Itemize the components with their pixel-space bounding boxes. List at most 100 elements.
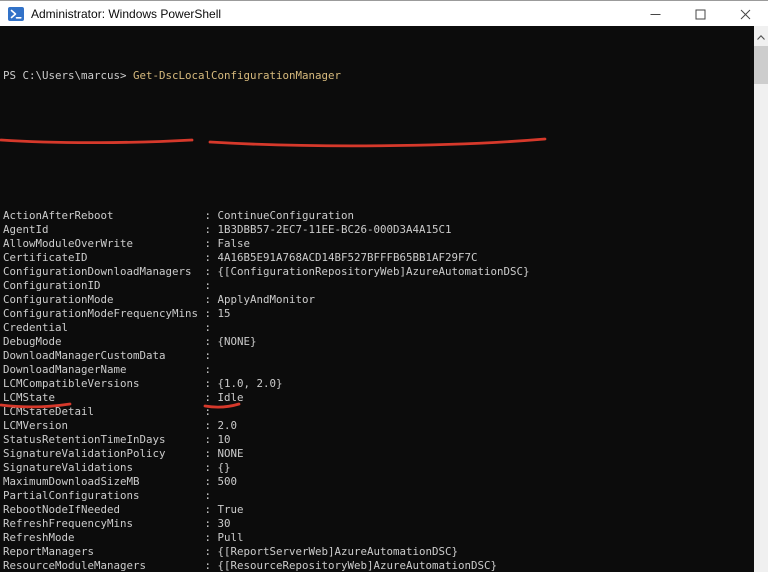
property-name: LCMState [3,391,56,404]
separator-colon: : [204,349,212,362]
property-row: LCMVersion:2.0 [3,419,754,433]
separator-colon: : [204,279,212,292]
powershell-window: Administrator: Windows PowerShell PS C:\… [0,0,768,572]
property-value: ApplyAndMonitor [217,293,316,306]
underline-configurationdownloadmanagers-name [0,138,194,145]
property-value: {[ConfigurationRepositoryWeb]AzureAutoma… [217,265,530,278]
separator-colon: : [204,209,212,222]
separator-colon: : [204,307,212,320]
underline-configurationdownloadmanagers-value [208,137,547,148]
property-row: ReportManagers: {[ReportServerWeb]AzureAu… [3,545,754,559]
property-value: 1B3DBB57-2EC7-11EE-BC26-000D3A4A15C1 [217,223,452,236]
property-name: LCMStateDetail [3,405,95,418]
powershell-icon [8,6,24,21]
caption-buttons [633,1,768,26]
separator-colon: : [204,391,212,404]
property-value: {NONE} [217,335,257,348]
minimize-button[interactable] [633,1,678,27]
console-output[interactable]: PS C:\Users\marcus> Get-DscLocalConfigur… [0,26,754,572]
separator-colon: : [204,531,212,544]
separator-colon: : [204,419,212,432]
property-value: 500 [217,475,238,488]
separator-colon: : [204,377,212,390]
property-row: RefreshFrequencyMins:30 [3,517,754,531]
property-row: ActionAfterReboot: ContinueConfiguration [3,209,754,223]
property-name: ActionAfterReboot [3,209,114,222]
property-row: ConfigurationMode: ApplyAndMonitor [3,293,754,307]
property-value: {1.0, 2.0} [217,377,283,390]
property-name: ResourceModuleManagers [3,559,147,572]
separator-colon: : [204,335,212,348]
property-row: SignatureValidationPolicy: NONE [3,447,754,461]
property-row: RefreshMode: Pull [3,531,754,545]
separator-colon: : [204,405,212,418]
property-name: LCMVersion [3,419,69,432]
property-name: LCMCompatibleVersions [3,377,140,390]
separator-colon: : [204,461,212,474]
property-name: AllowModuleOverWrite [3,237,134,250]
property-value: 4A16B5E91A768ACD14BF527BFFFB65BB1AF29F7C [217,251,478,264]
property-row: AllowModuleOverWrite: False [3,237,754,251]
property-value: Pull [217,531,244,544]
separator-colon: : [204,489,212,502]
separator-colon: : [204,447,212,460]
separator-colon: : [204,433,212,446]
property-row: LCMState: Idle [3,391,754,405]
separator-colon: : [204,265,212,278]
property-name: ConfigurationDownloadManagers [3,265,192,278]
maximize-icon [695,5,706,24]
property-row: SignatureValidations: {} [3,461,754,475]
property-name: ConfigurationID [3,279,101,292]
close-button[interactable] [723,1,768,27]
separator-colon: : [204,223,212,236]
property-value: 15 [217,307,231,320]
property-value: NONE [217,447,244,460]
prompt-text: PS C:\Users\marcus> [3,69,134,82]
close-icon [740,5,751,24]
property-row: StatusRetentionTimeInDays:10 [3,433,754,447]
scrollbar[interactable] [754,26,768,572]
scroll-up-button[interactable] [754,26,768,43]
scrollbar-thumb[interactable] [754,46,768,84]
property-value: {} [217,461,231,474]
property-value: True [217,503,244,516]
property-name: StatusRetentionTimeInDays [3,433,166,446]
property-name: ReportManagers [3,545,95,558]
property-row: LCMStateDetail: [3,405,754,419]
property-row: RebootNodeIfNeeded: True [3,503,754,517]
separator-colon: : [204,559,212,572]
property-value: False [217,237,251,250]
window-title: Administrator: Windows PowerShell [31,6,222,21]
property-row: LCMCompatibleVersions: {1.0, 2.0} [3,377,754,391]
property-value: 10 [217,433,231,446]
property-row: DebugMode: {NONE} [3,335,754,349]
property-name: ConfigurationModeFrequencyMins [3,307,199,320]
chevron-up-icon [757,25,765,44]
command-text: Get-DscLocalConfigurationManager [133,69,342,82]
property-name: AgentId [3,223,49,236]
property-name: CertificateID [3,251,88,264]
property-name: PartialConfigurations [3,489,140,502]
property-value: 30 [217,517,231,530]
property-value: 2.0 [217,419,238,432]
separator-colon: : [204,237,212,250]
property-value: ContinueConfiguration [217,209,355,222]
separator-colon: : [204,321,212,334]
maximize-button[interactable] [678,1,723,27]
minimize-icon [650,5,661,24]
property-name: DebugMode [3,335,62,348]
separator-colon: : [204,503,212,516]
property-name: SignatureValidations [3,461,134,474]
property-name: ConfigurationMode [3,293,114,306]
property-value: {[ReportServerWeb]AzureAutomationDSC} [217,545,459,558]
property-row: DownloadManagerCustomData: [3,349,754,363]
property-name: DownloadManagerName [3,363,127,376]
separator-colon: : [204,545,212,558]
command-line: PS C:\Users\marcus> Get-DscLocalConfigur… [3,69,754,83]
separator-colon: : [204,293,212,306]
property-row: PartialConfigurations: [3,489,754,503]
property-value: Idle [217,391,244,404]
title-bar[interactable]: Administrator: Windows PowerShell [0,0,768,26]
